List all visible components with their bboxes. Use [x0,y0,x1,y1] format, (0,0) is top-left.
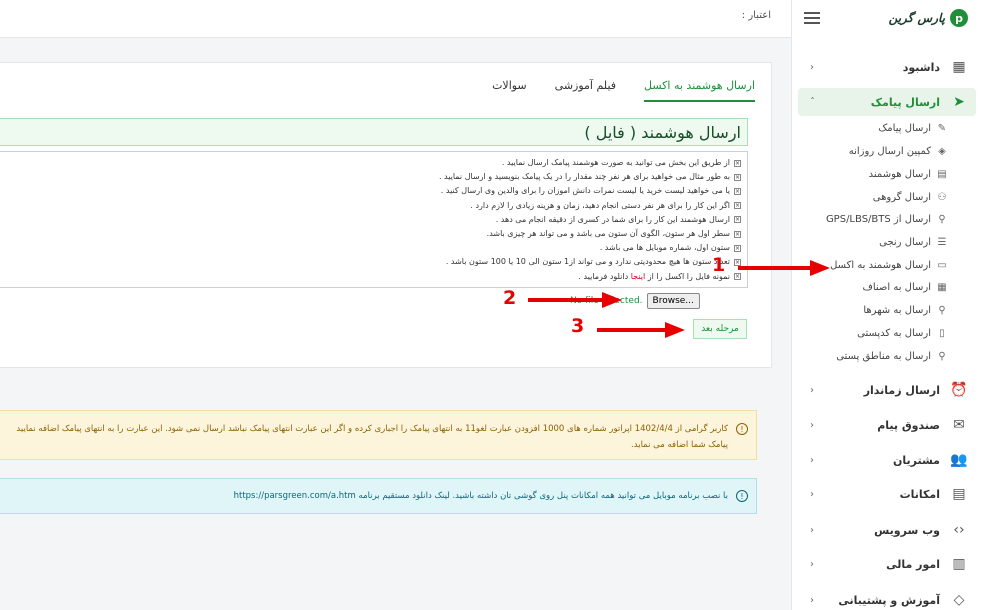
credit-label: اعتبار : [741,10,771,21]
edit-icon: ✎ [937,122,947,134]
info-icon: ! [736,423,748,435]
location-icon: ⚲ [938,350,946,362]
folder-icon: ▭ [937,259,947,271]
sidebar-item-inbox[interactable]: ✉ صندوق پیام ‹ [798,411,976,439]
mail-icon: ✉ [953,417,965,433]
annotation-number-1: 1 [712,254,726,276]
annotation-number-2: 2 [503,287,517,309]
instruction-line: × به طور مثال می خواهید برای هر نفر چند م… [438,172,741,182]
tab-training-video[interactable]: فیلم آموزشی [555,79,616,102]
map-icon: ▯ [939,327,945,339]
submenu-postcode-send[interactable]: ▯ ارسال به کدپستی [857,323,948,343]
annotation-arrow-2 [528,292,622,308]
chevron-icon: ‹ [810,454,814,466]
instruction-line: × یا می خواهید لیست خرید یا لیست نمرات دا… [440,186,741,196]
alarm-clock-icon: ⏰ [950,382,968,398]
info-alert: ! با نصب برنامه موبایل می توانید همه امک… [0,478,757,514]
sample-download-link[interactable]: اینجا [631,270,645,284]
chevron-icon: ‹ [810,61,814,73]
tab-questions[interactable]: سوالات [492,79,527,102]
dashboard-icon: ▦ [952,59,966,75]
users-icon: 👥 [950,452,968,468]
location-icon: ⚲ [938,304,946,316]
layers-icon: ◈ [938,145,946,157]
sample-file-line: × نمونه فایل را اکسل را از اینجا دانلود … [0,270,741,284]
annotation-arrow-1 [738,260,830,276]
document-icon: ▤ [952,486,966,502]
submenu-group-send[interactable]: ⚇ ارسال گروهی [873,187,948,207]
instruction-line: × تعداد ستون ها هیچ محدودیتی ندارد و می ت… [445,257,741,267]
checkbox-icon: × [734,202,741,210]
chevron-icon: ‹ [810,524,814,536]
sidebar-item-features[interactable]: ▤ امکانات ‹ [798,480,976,508]
sidebar-item-finance[interactable]: ▥ امور مالی ‹ [798,550,976,578]
logo-text: پارس گرین [888,11,945,25]
sidebar-header: p پارس گرین [792,0,984,36]
instruction-line: × اگر این کار را برای هر نفر دستی انجام د… [470,200,741,210]
checkbox-icon: × [734,216,741,224]
annotation-arrow-3 [597,322,685,338]
checkbox-icon: × [734,159,741,167]
submenu-postal-zone-send[interactable]: ⚲ ارسال به مناطق پستی [836,346,948,366]
sidebar-item-web-service[interactable]: ‹› وب سرویس ‹ [798,516,976,544]
info-text: با نصب برنامه موبایل می توانید همه امکان… [233,491,728,501]
chevron-up-icon: ˆ [810,96,815,108]
tag-icon: ◇ [953,592,965,608]
submenu-guild-send[interactable]: ▦ ارسال به اصناف [862,277,948,297]
sidebar-item-send-sms[interactable]: ➤ ارسال پیامک ˆ [798,88,976,116]
instruction-line: × ارسال هوشمند این کار را برای شما در کسر… [495,214,741,224]
checkbox-icon: × [734,230,741,238]
sidebar-item-dashboard[interactable]: ▦ داشبود ‹ [798,53,976,81]
menu-toggle-icon[interactable] [804,12,820,24]
warning-alert: ! کاربر گرامی از 1402/4/4 اپراتور شماره … [0,410,757,460]
submenu-gps-send[interactable]: ⚲ ارسال از GPS/LBS/BTS [826,209,948,229]
chevron-icon: ‹ [810,488,814,500]
location-icon: ⚲ [938,213,946,225]
info-icon: ! [736,490,748,502]
submenu-send-sms[interactable]: ✎ ارسال پیامک [878,118,948,138]
submenu-excel-smart-send[interactable]: ▭ ارسال هوشمند به اکسل [830,255,948,275]
submenu-daily-campaign[interactable]: ◈ کمپین ارسال روزانه [849,141,948,161]
tab-bar: ارسال هوشمند به اکسل فیلم آموزشی سوالات [492,79,755,102]
warning-text-line2: پیامک شما اضافه می نماید. [631,440,728,450]
instruction-line: × از طریق این بخش می توانید به صورت هوشمن… [501,158,741,167]
instruction-line: × سطر اول هر ستون، الگوی آن ستون می باشد … [486,229,741,239]
group-icon: ⚇ [937,191,947,203]
submenu-smart-send[interactable]: ▤ ارسال هوشمند [869,164,948,184]
checkbox-icon: × [734,173,741,181]
sidebar-item-support[interactable]: ◇ آموزش و پشتیبانی ‹ [798,586,976,610]
next-step-button[interactable]: مرحله بعد [693,319,747,339]
checkbox-icon: × [734,188,741,195]
instructions-box: × از طریق این بخش می توانید به صورت هوشمن… [0,151,748,288]
chevron-icon: ‹ [810,419,814,431]
chevron-icon: ‹ [810,384,814,396]
document-icon: ▤ [937,168,947,180]
instruction-line: × ستون اول، شماره موبایل ها می باشد . [599,243,741,253]
tab-excel-smart-send[interactable]: ارسال هوشمند به اکسل [644,79,755,102]
annotation-number-3: 3 [571,315,585,337]
checkbox-icon: × [734,244,741,252]
money-icon: ▥ [952,556,966,572]
page-title-box: ارسال هوشمند ( فایل ) [0,118,748,146]
sidebar: p پارس گرین ▦ داشبود ‹ ➤ ارسال پیامک ˆ ✎… [791,0,984,610]
chevron-icon: ‹ [810,558,814,570]
page-title: ارسال هوشمند ( فایل ) [584,122,741,142]
sidebar-item-scheduled-send[interactable]: ⏰ ارسال زماندار ‹ [798,376,976,404]
send-icon: ➤ [953,94,965,110]
building-icon: ▦ [937,281,947,293]
sidebar-item-customers[interactable]: 👥 مشتریان ‹ [798,446,976,474]
warning-text-line1: کاربر گرامی از 1402/4/4 اپراتور شماره ها… [16,424,728,434]
top-bar: اعتبار : [0,0,791,38]
list-icon: ☰ [937,236,947,248]
brand-logo[interactable]: p پارس گرین [889,9,968,27]
chevron-icon: ‹ [810,594,814,606]
submenu-city-send[interactable]: ⚲ ارسال به شهرها [863,300,948,320]
logo-icon: p [950,9,968,27]
code-icon: ‹› [953,522,965,538]
submenu-range-send[interactable]: ☰ ارسال رنجی [879,232,948,252]
browse-button[interactable]: Browse... [646,293,700,309]
